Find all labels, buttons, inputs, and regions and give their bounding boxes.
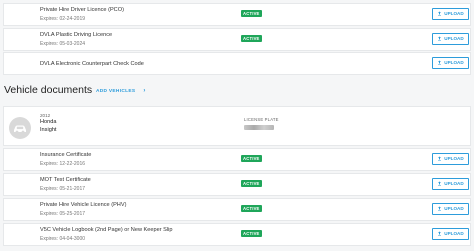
document-row: Private Hire Driver Licence (PCO) Expire…	[3, 3, 471, 26]
add-vehicles-label: ADD VEHICLES	[96, 89, 136, 94]
status-badge: ACTIVE	[241, 10, 262, 17]
status-badge: ACTIVE	[241, 205, 262, 212]
vehicle-model: Insight	[40, 127, 57, 133]
document-row: Private Hire Vehicle Licence (PHV) Expir…	[3, 198, 471, 221]
upload-label: UPLOAD	[444, 156, 464, 161]
vehicle-year: 2012	[40, 113, 51, 118]
document-expiry: Expires: 02-24-2019	[40, 16, 86, 22]
document-expiry: Expires: 04-04-3000	[40, 236, 86, 242]
vehicle-card[interactable]: 2012 Honda Insight LICENSE PLATE	[3, 106, 471, 146]
document-row: Insurance Certificate Expires: 12-22-201…	[3, 148, 471, 171]
upload-icon	[438, 231, 442, 236]
document-name: Private Hire Vehicle Licence (PHV)	[40, 202, 127, 208]
upload-icon	[438, 36, 442, 41]
upload-label: UPLOAD	[444, 231, 464, 236]
status-badge: ACTIVE	[241, 230, 262, 237]
upload-icon	[438, 181, 442, 186]
document-row: V5C Vehicle Logbook (2nd Page) or New Ke…	[3, 223, 471, 246]
car-icon	[9, 117, 31, 139]
document-expiry: Expires: 05-03-2024	[40, 41, 86, 47]
upload-button[interactable]: UPLOAD	[432, 57, 469, 69]
document-name: Insurance Certificate	[40, 152, 92, 158]
status-badge: ACTIVE	[241, 180, 262, 187]
document-name: MOT Test Certificate	[40, 177, 91, 183]
document-row: DVLA Electronic Counterpart Check Code U…	[3, 52, 471, 75]
upload-button[interactable]: UPLOAD	[432, 178, 469, 190]
document-name: V5C Vehicle Logbook (2nd Page) or New Ke…	[40, 227, 173, 233]
section-title: Vehicle documents	[4, 84, 93, 96]
upload-label: UPLOAD	[444, 181, 464, 186]
upload-icon	[438, 156, 442, 161]
upload-icon	[438, 11, 442, 16]
upload-button[interactable]: UPLOAD	[432, 8, 469, 20]
license-plate-value-redacted	[244, 125, 274, 130]
status-badge: ACTIVE	[241, 155, 262, 162]
chevron-right-icon: ›	[143, 88, 146, 94]
upload-label: UPLOAD	[444, 11, 464, 16]
document-name: Private Hire Driver Licence (PCO)	[40, 7, 124, 13]
upload-button[interactable]: UPLOAD	[432, 153, 469, 165]
document-expiry: Expires: 05-25-2017	[40, 211, 86, 217]
upload-icon	[438, 60, 442, 65]
document-name: DVLA Electronic Counterpart Check Code	[40, 61, 144, 67]
document-row: MOT Test Certificate Expires: 05-21-2017…	[3, 173, 471, 196]
license-plate-label: LICENSE PLATE	[244, 117, 279, 122]
upload-label: UPLOAD	[444, 206, 464, 211]
upload-label: UPLOAD	[444, 60, 464, 65]
upload-button[interactable]: UPLOAD	[432, 33, 469, 45]
upload-label: UPLOAD	[444, 36, 464, 41]
document-row: DVLA Plastic Driving Licence Expires: 05…	[3, 28, 471, 51]
add-vehicles-link[interactable]: ADD VEHICLES ›	[96, 88, 146, 94]
document-expiry: Expires: 05-21-2017	[40, 186, 86, 192]
document-name: DVLA Plastic Driving Licence	[40, 32, 113, 38]
vehicle-make: Honda	[40, 119, 57, 125]
document-expiry: Expires: 12-22-2016	[40, 161, 86, 167]
status-badge: ACTIVE	[241, 35, 262, 42]
upload-button[interactable]: UPLOAD	[432, 203, 469, 215]
upload-icon	[438, 206, 442, 211]
upload-button[interactable]: UPLOAD	[432, 228, 469, 240]
